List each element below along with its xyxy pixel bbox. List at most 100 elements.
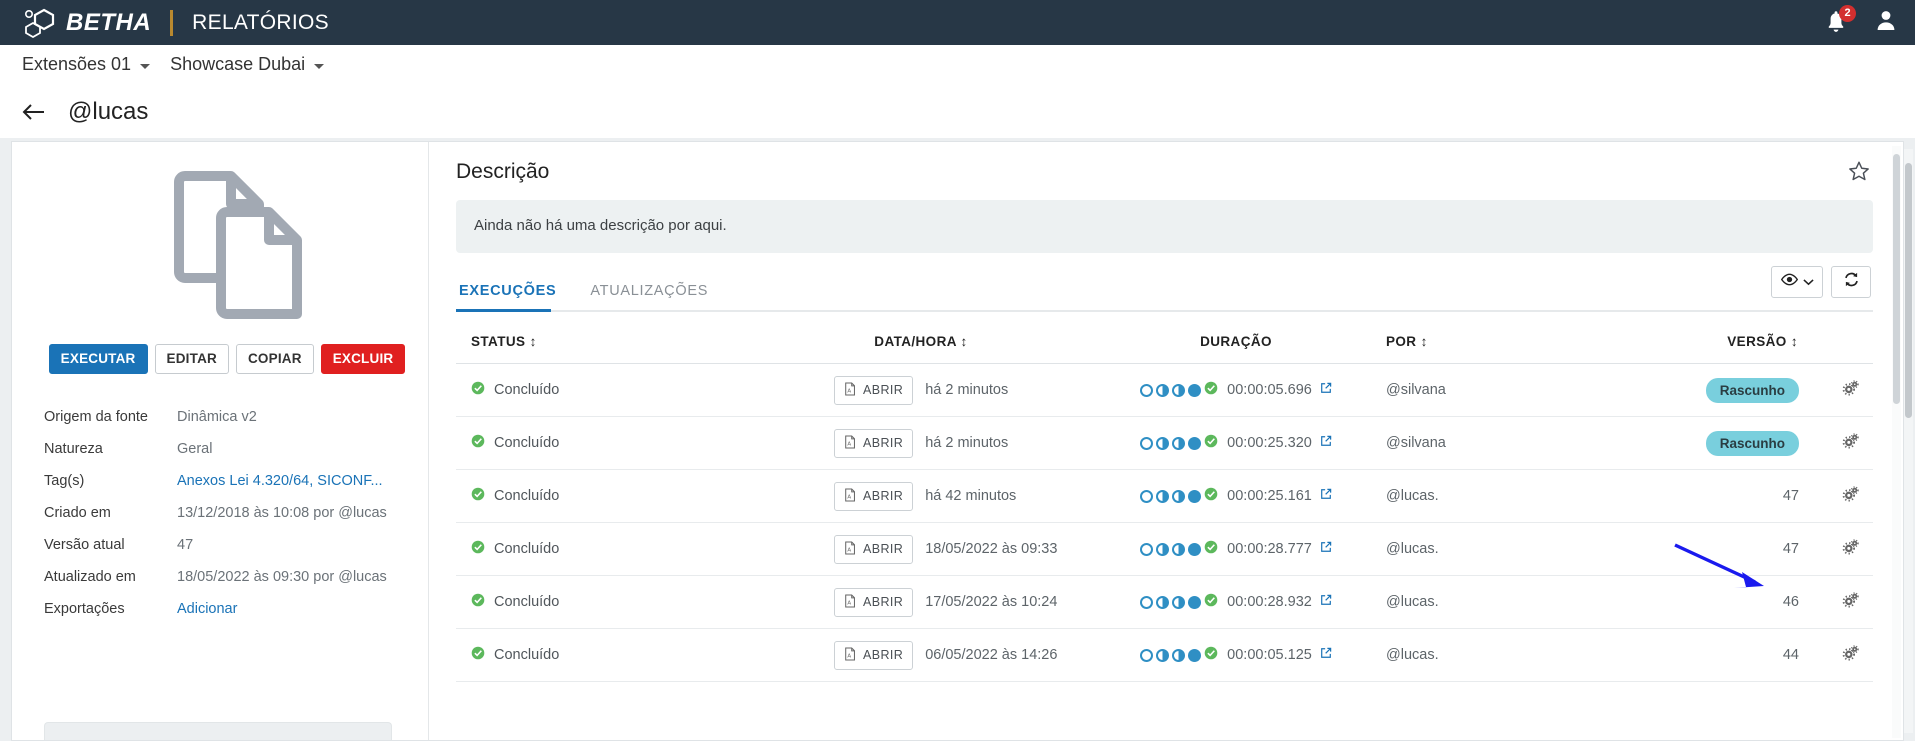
sort-icon: ↕ — [960, 334, 968, 349]
table-row[interactable]: Concluído A ABRIR há 2 minutos 00:00:25.320 @… — [456, 417, 1873, 470]
abrir-label: ABRIR — [863, 542, 904, 556]
description-empty-box: Ainda não há uma descrição por aqui. — [456, 200, 1873, 253]
meta-value: 13/12/2018 às 10:08 por @lucas — [177, 505, 387, 521]
meta-value: Geral — [177, 441, 213, 457]
abrir-button[interactable]: A ABRIR — [834, 640, 914, 670]
status-ok-icon — [471, 381, 485, 399]
executar-button[interactable]: EXECUTAR — [48, 344, 148, 374]
phase-half-icon — [1156, 436, 1170, 450]
user-menu-button[interactable] — [1875, 8, 1897, 37]
table-row[interactable]: Concluído A ABRIR 17/05/2022 às 10:24 00:00:… — [456, 576, 1873, 629]
meta-label: Criado em — [44, 505, 111, 521]
right-content-panel: Descrição Ainda não há uma descrição por… — [429, 142, 1903, 740]
adicionar-link[interactable]: Adicionar — [177, 599, 402, 619]
cell-duracao: 00:00:25.320 — [1086, 417, 1386, 470]
row-settings-button[interactable] — [1827, 470, 1873, 523]
notifications-button[interactable]: 2 — [1825, 4, 1856, 35]
duracao-text: 00:00:25.320 — [1227, 435, 1312, 451]
meta-row-natureza: Natureza Geral — [44, 439, 402, 459]
status-text: Concluído — [494, 647, 560, 663]
phase-complete-icon — [1204, 593, 1218, 611]
datahora-text: há 2 minutos — [925, 435, 1009, 451]
cell-datahora: A ABRIR 06/05/2022 às 14:26 — [756, 629, 1086, 682]
app-header: BETHA RELATÓRIOS 2 — [0, 0, 1915, 45]
cell-datahora: A ABRIR 18/05/2022 às 09:33 — [756, 523, 1086, 576]
bell-icon — [1825, 10, 1847, 39]
external-link-icon[interactable] — [1320, 382, 1332, 398]
abrir-button[interactable]: A ABRIR — [834, 375, 914, 405]
brand[interactable]: BETHA — [22, 8, 151, 38]
table-row[interactable]: Concluído A ABRIR 06/05/2022 às 14:26 00:00:… — [456, 629, 1873, 682]
table-row[interactable]: Concluído A ABRIR 18/05/2022 às 09:33 00:00:… — [456, 523, 1873, 576]
meta-row-atualizado: Atualizado em 18/05/2022 às 09:30 por @l… — [44, 567, 402, 587]
card-scrollbar-thumb[interactable] — [1893, 154, 1900, 404]
cell-por: @silvana — [1386, 435, 1446, 451]
table-row[interactable]: Concluído A ABRIR há 42 minutos 00:00:25.161… — [456, 470, 1873, 523]
editar-button[interactable]: EDITAR — [154, 344, 229, 374]
phase-indicators — [1140, 646, 1218, 664]
refresh-icon — [1843, 271, 1860, 293]
external-link-icon[interactable] — [1320, 435, 1332, 451]
row-settings-button[interactable] — [1827, 576, 1873, 629]
card-scrollbar[interactable] — [1892, 146, 1901, 738]
breadcrumb-item-showcase[interactable]: Showcase Dubai — [170, 54, 325, 75]
external-link-icon[interactable] — [1320, 594, 1332, 610]
abrir-button[interactable]: A ABRIR — [834, 587, 914, 617]
svg-text:A: A — [847, 653, 851, 659]
svg-text:A: A — [847, 600, 851, 606]
cell-versao: 47 — [1626, 470, 1827, 523]
back-arrow-icon[interactable] — [22, 102, 46, 122]
phase-full-icon — [1188, 383, 1202, 397]
row-settings-button[interactable] — [1827, 523, 1873, 576]
row-settings-button[interactable] — [1827, 364, 1873, 417]
favorite-star-icon[interactable] — [1848, 160, 1870, 182]
cell-duracao: 00:00:28.932 — [1086, 576, 1386, 629]
abrir-button[interactable]: A ABRIR — [834, 481, 914, 511]
page-scrollbar-thumb[interactable] — [1905, 163, 1912, 418]
copiar-button[interactable]: COPIAR — [235, 344, 314, 374]
version-number: 47 — [1782, 541, 1799, 557]
row-settings-button[interactable] — [1827, 629, 1873, 682]
col-status[interactable]: STATUS ↕ — [456, 334, 756, 364]
breadcrumb-item-extensoes[interactable]: Extensões 01 — [22, 54, 151, 75]
version-draft-badge[interactable]: Rascunho — [1705, 377, 1799, 403]
phase-half-icon — [1172, 489, 1186, 503]
page-scrollbar[interactable] — [1904, 149, 1913, 733]
datahora-text: 18/05/2022 às 09:33 — [925, 541, 1058, 557]
col-status-label: STATUS — [471, 334, 526, 349]
cogs-icon — [1842, 485, 1859, 507]
pdf-file-icon: A — [844, 593, 856, 611]
abrir-button[interactable]: A ABRIR — [834, 428, 914, 458]
left-info-panel: EXECUTAR EDITAR COPIAR EXCLUIR Origem da… — [12, 142, 429, 740]
status-text: Concluído — [494, 435, 560, 451]
col-versao[interactable]: VERSÃO ↕ — [1626, 334, 1873, 364]
tab-execucoes[interactable]: EXECUÇÕES — [456, 283, 565, 312]
col-datahora[interactable]: DATA/HORA ↕ — [756, 334, 1086, 364]
excluir-button[interactable]: EXCLUIR — [320, 344, 406, 374]
meta-label: Tag(s) — [44, 473, 85, 489]
cell-datahora: A ABRIR há 2 minutos — [756, 364, 1086, 417]
abrir-button[interactable]: A ABRIR — [834, 534, 914, 564]
meta-row-origem: Origem da fonte Dinâmica v2 — [44, 407, 402, 427]
tab-list: EXECUÇÕES ATUALIZAÇÕES — [456, 283, 1873, 312]
breadcrumb: Extensões 01 Showcase Dubai — [0, 45, 1915, 85]
table-row[interactable]: Concluído A ABRIR há 2 minutos 00:00:05.696 @… — [456, 364, 1873, 417]
cell-status: Concluído — [456, 629, 756, 682]
external-link-icon[interactable] — [1320, 541, 1332, 557]
visibility-dropdown-button[interactable] — [1771, 266, 1823, 298]
refresh-button[interactable] — [1831, 266, 1871, 298]
external-link-icon[interactable] — [1320, 647, 1332, 663]
col-versao-label: VERSÃO — [1727, 334, 1787, 349]
description-heading: Descrição — [456, 160, 550, 183]
cell-duracao: 00:00:05.125 — [1086, 629, 1386, 682]
tags-link[interactable]: Anexos Lei 4.320/64, SICONF... — [177, 471, 402, 491]
row-settings-button[interactable] — [1827, 417, 1873, 470]
tab-atualizacoes[interactable]: ATUALIZAÇÕES — [587, 283, 717, 310]
external-link-icon[interactable] — [1320, 488, 1332, 504]
col-por[interactable]: POR ↕ — [1386, 334, 1626, 364]
col-duracao[interactable]: DURAÇÃO — [1086, 334, 1386, 364]
cell-datahora: A ABRIR há 2 minutos — [756, 417, 1086, 470]
status-text: Concluído — [494, 594, 560, 610]
executions-table: STATUS ↕ DATA/HORA ↕ DURAÇÃO POR ↕ VERSÃ… — [456, 334, 1873, 682]
version-draft-badge[interactable]: Rascunho — [1705, 430, 1799, 456]
